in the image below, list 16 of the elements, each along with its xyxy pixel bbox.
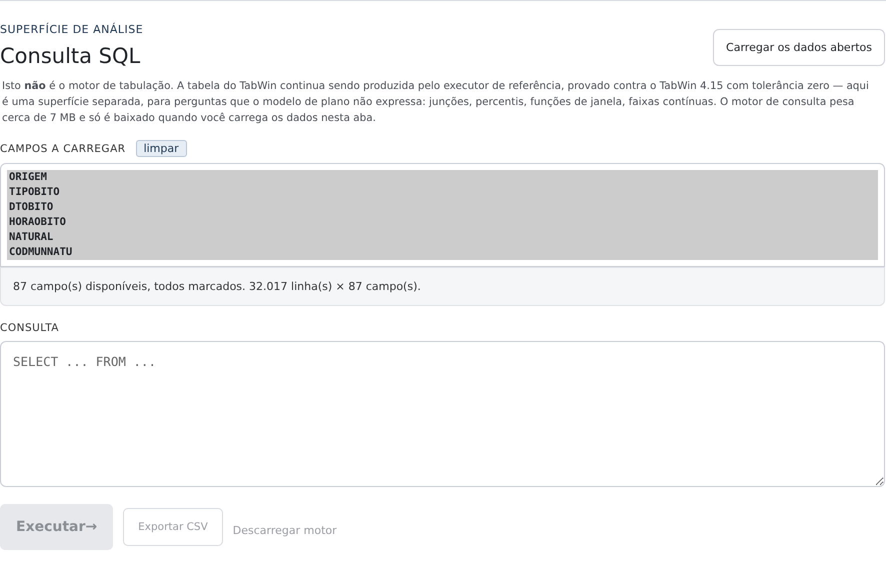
fields-status: 87 campo(s) disponíveis, todos marcados. 32.017 linha(s) × 87 campo(s). bbox=[0, 267, 885, 306]
page-title: Consulta SQL bbox=[0, 44, 142, 68]
field-option[interactable]: NATURAL bbox=[7, 230, 878, 245]
section-eyebrow: SUPERFÍCIE DE ANÁLISE bbox=[0, 23, 144, 36]
field-option[interactable]: CODMUNNATU bbox=[7, 245, 878, 260]
field-option[interactable]: HORAOBITO bbox=[7, 215, 878, 230]
description-text: Isto não é o motor de tabulação. A tabela do TabWin continua sendo produzida pelo executor de referência, provado contra o TabWin 4.15 com tolerância zero — aqui é uma superfície separada, para perguntas que o modelo de plano não expressa: junções, percentis, funções de janela, faixas contínuas. O motor de consulta pesa cerca de 7 MB e só é baixado quando você carrega os dados nesta aba. bbox=[2, 79, 870, 126]
query-label: CONSULTA bbox=[0, 322, 60, 334]
fields-label: CAMPOS A CARREGAR bbox=[0, 142, 126, 154]
fields-listbox[interactable]: ORIGEM TIPOBITO DTOBITO HORAOBITO NATURAL CODMUNNATU bbox=[0, 163, 885, 267]
query-input[interactable]: SELECT ... FROM ... bbox=[0, 341, 885, 487]
clear-button[interactable]: limpar bbox=[136, 140, 187, 157]
load-data-button[interactable]: Carregar os dados abertos bbox=[713, 29, 885, 66]
field-option[interactable]: TIPOBITO bbox=[7, 185, 878, 200]
field-option[interactable]: DTOBITO bbox=[7, 200, 878, 215]
field-option[interactable]: ORIGEM bbox=[7, 170, 878, 185]
